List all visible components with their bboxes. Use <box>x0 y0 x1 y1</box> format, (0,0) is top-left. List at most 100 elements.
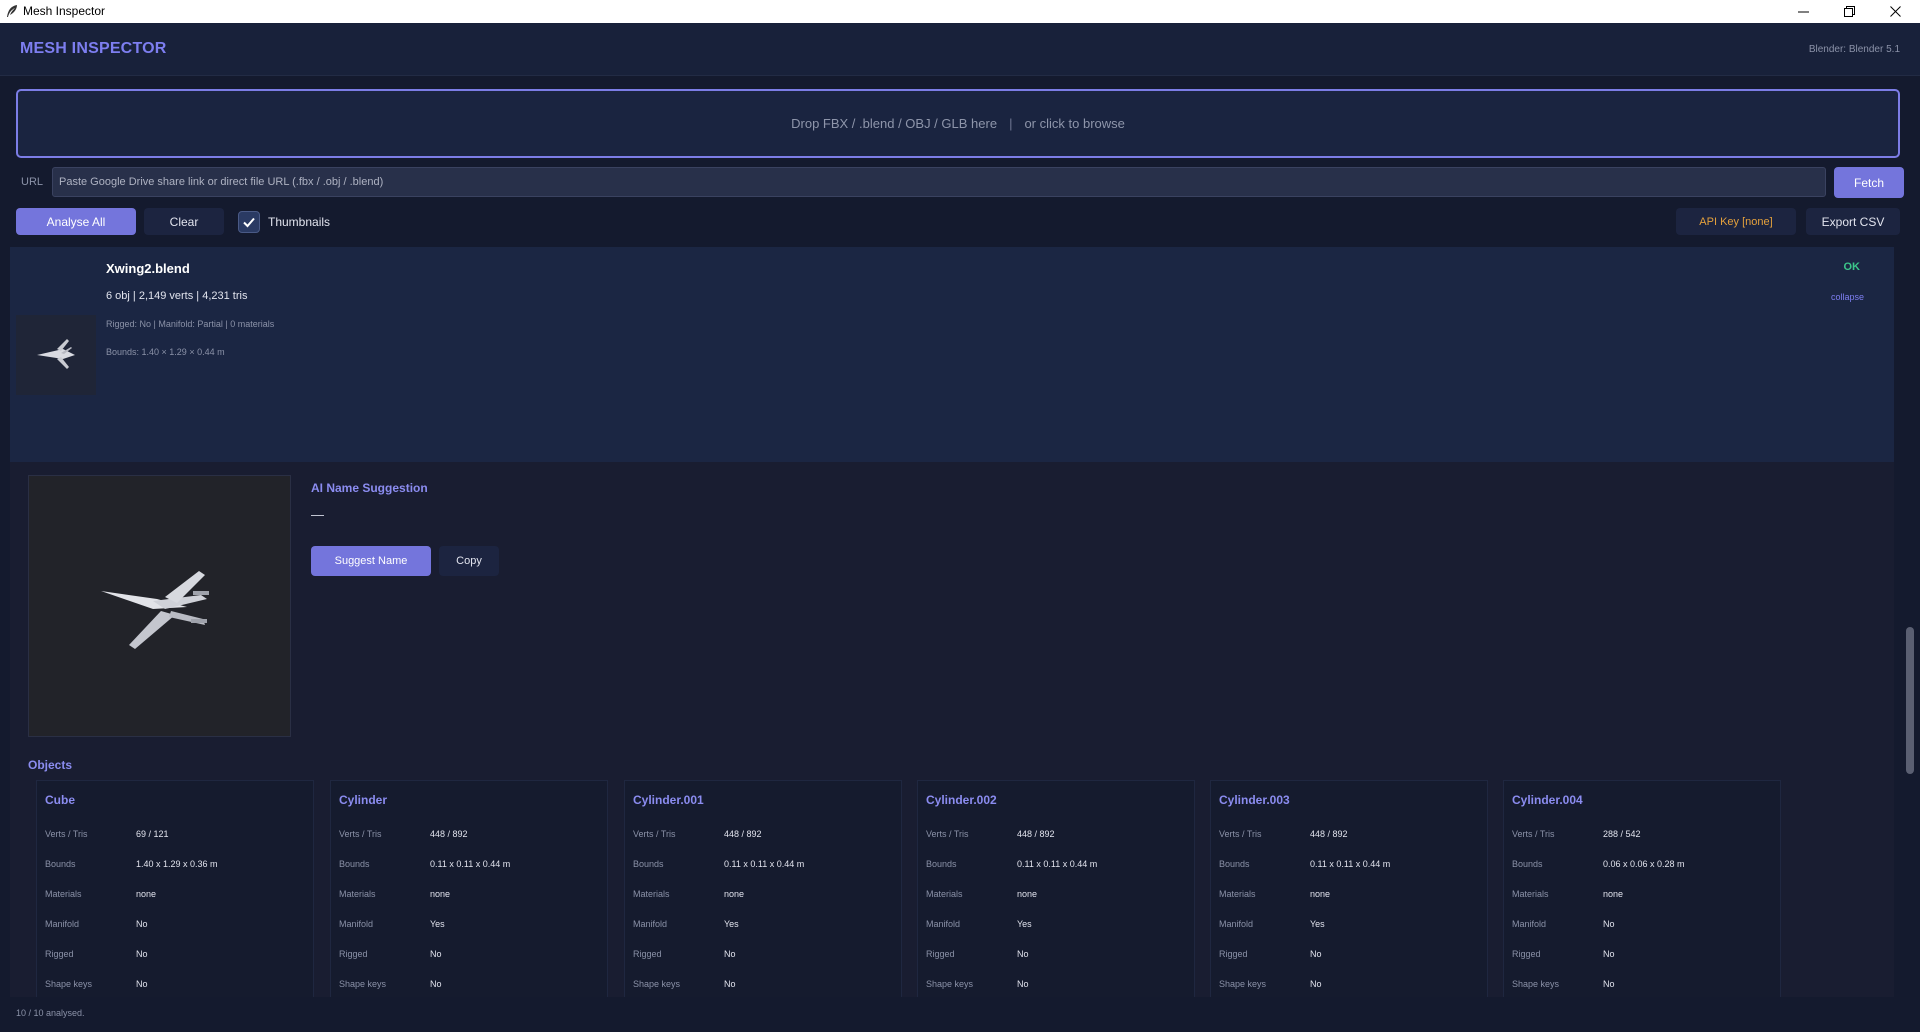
file-meta: Rigged: No | Manifold: Partial | 0 mater… <box>106 319 275 329</box>
verts-tris-label: Verts / Tris <box>633 829 676 839</box>
vertical-scrollbar[interactable] <box>1906 627 1914 774</box>
dropzone-separator: | <box>1009 116 1013 131</box>
bounds-value: 1.40 x 1.29 x 0.36 m <box>136 859 218 869</box>
dropzone-browse: or click to browse <box>1024 116 1125 131</box>
manifold-label: Manifold <box>1512 919 1547 929</box>
shape-keys-value: No <box>724 979 736 989</box>
materials-label: Materials <box>926 889 963 899</box>
rigged-label: Rigged <box>45 949 74 959</box>
api-key-button[interactable]: API Key [none] <box>1676 208 1796 235</box>
verts-tris-value: 448 / 892 <box>724 829 762 839</box>
thumbnails-checkbox[interactable] <box>238 210 260 233</box>
materials-label: Materials <box>1512 889 1549 899</box>
manifold-label: Manifold <box>339 919 374 929</box>
verts-tris-value: 288 / 542 <box>1603 829 1641 839</box>
bounds-value: 0.11 x 0.11 x 0.44 m <box>724 859 805 869</box>
file-dropzone[interactable]: Drop FBX / .blend / OBJ / GLB here | or … <box>16 89 1900 158</box>
manifold-value: Yes <box>1310 919 1325 929</box>
shape-keys-label: Shape keys <box>926 979 974 989</box>
analyse-all-button[interactable]: Analyse All <box>16 208 136 235</box>
xwing-thumbnail-image <box>37 339 75 369</box>
object-name: Cylinder.004 <box>1512 793 1583 807</box>
results-panel: Xwing2.blend 6 obj | 2,149 verts | 4,231… <box>10 247 1894 997</box>
shape-keys-value: No <box>1017 979 1029 989</box>
bounds-value: 0.06 x 0.06 x 0.28 m <box>1603 859 1685 869</box>
rigged-value: No <box>1603 949 1615 959</box>
object-name: Cylinder <box>339 793 388 807</box>
rigged-label: Rigged <box>1512 949 1541 959</box>
object-card: Cylinder.004 Verts / Tris 288 / 542 Bound… <box>1503 780 1781 997</box>
bounds-label: Bounds <box>633 859 664 869</box>
object-card: Cylinder.002 Verts / Tris 448 / 892 Bound… <box>917 780 1195 997</box>
status-badge: OK <box>1843 261 1861 273</box>
copy-button[interactable]: Copy <box>439 546 499 576</box>
materials-label: Materials <box>45 889 82 899</box>
manifold-value: No <box>1603 919 1615 929</box>
window-titlebar: Mesh Inspector <box>0 0 1920 23</box>
shape-keys-label: Shape keys <box>45 979 93 989</box>
bounds-value: 0.11 x 0.11 x 0.44 m <box>1017 859 1098 869</box>
verts-tris-label: Verts / Tris <box>1512 829 1555 839</box>
object-card: Cylinder.003 Verts / Tris 448 / 892 Bound… <box>1210 780 1488 997</box>
minimize-icon[interactable] <box>1780 0 1826 23</box>
rigged-value: No <box>430 949 442 959</box>
verts-tris-label: Verts / Tris <box>339 829 382 839</box>
materials-label: Materials <box>1219 889 1256 899</box>
verts-tris-value: 448 / 892 <box>430 829 468 839</box>
object-name: Cylinder.003 <box>1219 793 1290 807</box>
rigged-label: Rigged <box>339 949 368 959</box>
verts-tris-value: 448 / 892 <box>1310 829 1348 839</box>
url-label: URL <box>21 176 44 188</box>
file-stats: 6 obj | 2,149 verts | 4,231 tris <box>106 290 248 302</box>
shape-keys-value: No <box>1310 979 1322 989</box>
url-input[interactable] <box>52 167 1826 197</box>
model-preview <box>28 475 291 737</box>
collapse-link[interactable]: collapse <box>1831 292 1864 302</box>
materials-label: Materials <box>633 889 670 899</box>
bounds-label: Bounds <box>339 859 370 869</box>
fetch-button[interactable]: Fetch <box>1834 167 1904 198</box>
export-csv-button[interactable]: Export CSV <box>1806 208 1900 235</box>
restore-icon[interactable] <box>1826 0 1872 23</box>
materials-value: none <box>1603 889 1624 899</box>
shape-keys-value: No <box>430 979 442 989</box>
rigged-value: No <box>136 949 148 959</box>
clear-button[interactable]: Clear <box>144 208 224 235</box>
file-entry-header[interactable]: Xwing2.blend 6 obj | 2,149 verts | 4,231… <box>10 247 1894 462</box>
materials-value: none <box>430 889 451 899</box>
rigged-value: No <box>724 949 736 959</box>
manifold-value: Yes <box>1017 919 1032 929</box>
shape-keys-label: Shape keys <box>339 979 387 989</box>
close-icon[interactable] <box>1872 0 1918 23</box>
shape-keys-value: No <box>136 979 148 989</box>
object-name: Cylinder.001 <box>633 793 704 807</box>
bounds-label: Bounds <box>1219 859 1250 869</box>
file-bounds: Bounds: 1.40 × 1.29 × 0.44 m <box>106 347 225 357</box>
materials-value: none <box>1310 889 1331 899</box>
xwing-preview-image <box>100 571 209 649</box>
object-name: Cylinder.002 <box>926 793 997 807</box>
rigged-label: Rigged <box>633 949 662 959</box>
thumbnails-label: Thumbnails <box>268 214 331 229</box>
feather-icon <box>7 5 17 17</box>
manifold-label: Manifold <box>926 919 961 929</box>
verts-tris-label: Verts / Tris <box>45 829 88 839</box>
manifold-label: Manifold <box>633 919 668 929</box>
objects-section-title: Objects <box>28 758 73 772</box>
object-card: Cylinder Verts / Tris 448 / 892 Bounds 0.1… <box>330 780 608 997</box>
manifold-value: Yes <box>724 919 739 929</box>
verts-tris-label: Verts / Tris <box>926 829 969 839</box>
checkmark-icon <box>243 217 255 227</box>
thumbnails-toggle[interactable]: Thumbnails <box>238 209 330 234</box>
rigged-label: Rigged <box>926 949 955 959</box>
suggest-name-button[interactable]: Suggest Name <box>311 546 431 576</box>
manifold-label: Manifold <box>45 919 80 929</box>
status-bar: 10 / 10 analysed. <box>0 997 1920 1032</box>
status-text: 10 / 10 analysed. <box>16 1008 85 1018</box>
bounds-value: 0.11 x 0.11 x 0.44 m <box>430 859 511 869</box>
rigged-label: Rigged <box>1219 949 1248 959</box>
bounds-label: Bounds <box>1512 859 1543 869</box>
materials-value: none <box>1017 889 1038 899</box>
app-brand: MESH INSPECTOR <box>20 40 167 57</box>
verts-tris-label: Verts / Tris <box>1219 829 1262 839</box>
